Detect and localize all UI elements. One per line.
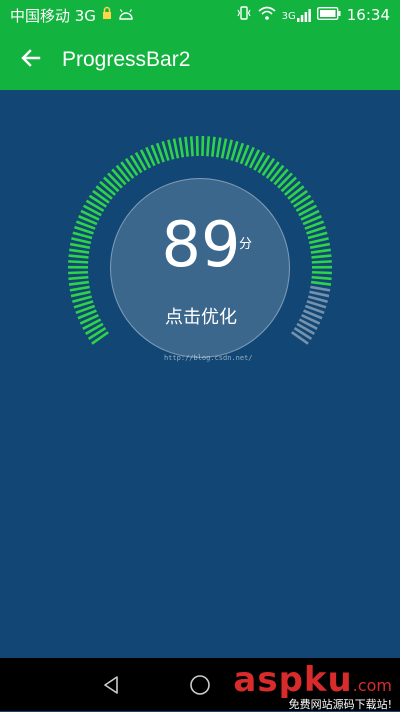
gauge-tick-inactive xyxy=(310,287,330,290)
gauge-tick-active xyxy=(104,178,119,192)
gauge-tick-active xyxy=(312,272,332,273)
progress-gauge xyxy=(0,90,400,658)
gauge-tick-active xyxy=(232,141,238,160)
gauge-tick-active xyxy=(108,173,122,187)
back-nav-icon[interactable] xyxy=(97,671,125,699)
gauge-tick-active xyxy=(117,166,130,182)
gauge-tick-active xyxy=(227,140,232,159)
home-nav-icon[interactable] xyxy=(186,671,214,699)
main-content: 89 分 点击优化 http://blog.csdn.net/ xyxy=(0,90,400,658)
logo-text: aspku xyxy=(233,660,352,700)
gauge-tick-active xyxy=(212,137,214,157)
gauge-tick-active xyxy=(73,233,92,238)
gauge-tick-active xyxy=(96,186,112,198)
clock: 16:34 xyxy=(347,6,390,24)
lock-icon xyxy=(102,6,112,24)
gauge-tick-active xyxy=(288,186,304,198)
gauge-tick-active xyxy=(312,256,332,258)
gauge-tick-active xyxy=(112,169,125,184)
gauge-tick-active xyxy=(70,244,90,248)
gauge-tick-active xyxy=(311,282,331,285)
gauge-tick-active xyxy=(312,277,332,279)
gauge-tick-inactive xyxy=(308,297,327,302)
status-right: 3G 16:34 xyxy=(236,5,390,25)
site-logo: aspku.com 免费网站源码下载站! xyxy=(233,662,392,712)
app-bar: ProgressBar2 xyxy=(0,30,400,90)
logo-suffix: .com xyxy=(353,676,392,695)
gauge-tick-inactive xyxy=(309,292,329,296)
gauge-tick-active xyxy=(310,244,330,248)
gauge-tick-active xyxy=(72,297,91,302)
gauge-tick-active xyxy=(71,292,91,296)
gauge-tick-active xyxy=(271,166,284,182)
status-left: 中国移动 3G xyxy=(10,5,134,26)
battery-icon xyxy=(317,6,341,24)
vibrate-icon xyxy=(236,5,252,25)
status-bar: 中国移动 3G xyxy=(0,0,400,30)
gauge-tick-active xyxy=(69,256,89,258)
signal-icon: 3G xyxy=(282,8,311,22)
gauge-tick-active xyxy=(71,238,90,242)
optimize-button[interactable]: 89 分 点击优化 xyxy=(110,178,290,358)
watermark: http://blog.csdn.net/ xyxy=(164,354,253,362)
gauge-tick-active xyxy=(68,272,88,273)
optimize-label: 点击优化 xyxy=(111,303,291,329)
gauge-tick-active xyxy=(174,139,178,159)
wifi-icon xyxy=(258,6,276,24)
gauge-tick-active xyxy=(207,136,208,156)
gauge-tick-active xyxy=(180,138,183,158)
gauge-tick-active xyxy=(69,250,89,253)
arrow-back-icon xyxy=(21,48,41,72)
gauge-tick-active xyxy=(282,178,297,192)
score-value: 89 xyxy=(111,214,291,276)
page-title: ProgressBar2 xyxy=(62,48,190,72)
gauge-tick-active xyxy=(100,182,115,195)
gauge-tick-active xyxy=(191,136,192,156)
gauge-tick-active xyxy=(217,138,220,158)
navigation-bar: aspku.com 免费网站源码下载站! xyxy=(0,658,400,711)
back-button[interactable] xyxy=(0,30,62,90)
gauge-tick-active xyxy=(308,233,327,238)
android-icon xyxy=(118,6,134,24)
gauge-tick-active xyxy=(285,182,300,195)
gauge-tick-active xyxy=(278,173,292,187)
gauge-tick-active xyxy=(274,169,287,184)
gauge-tick-active xyxy=(69,282,89,285)
gauge-tick-active xyxy=(168,140,173,159)
gauge-tick-active xyxy=(222,139,226,159)
gauge-tick-active xyxy=(163,141,169,160)
gauge-tick-active xyxy=(68,277,88,279)
carrier-label: 中国移动 3G xyxy=(10,5,96,26)
network-badge: 3G xyxy=(282,12,296,22)
gauge-tick-active xyxy=(309,238,328,242)
gauge-tick-active xyxy=(68,261,88,262)
gauge-tick-active xyxy=(70,287,90,290)
gauge-tick-active xyxy=(311,250,331,253)
score-unit: 分 xyxy=(239,233,252,252)
gauge-tick-active xyxy=(185,137,187,157)
gauge-tick-active xyxy=(312,261,332,262)
